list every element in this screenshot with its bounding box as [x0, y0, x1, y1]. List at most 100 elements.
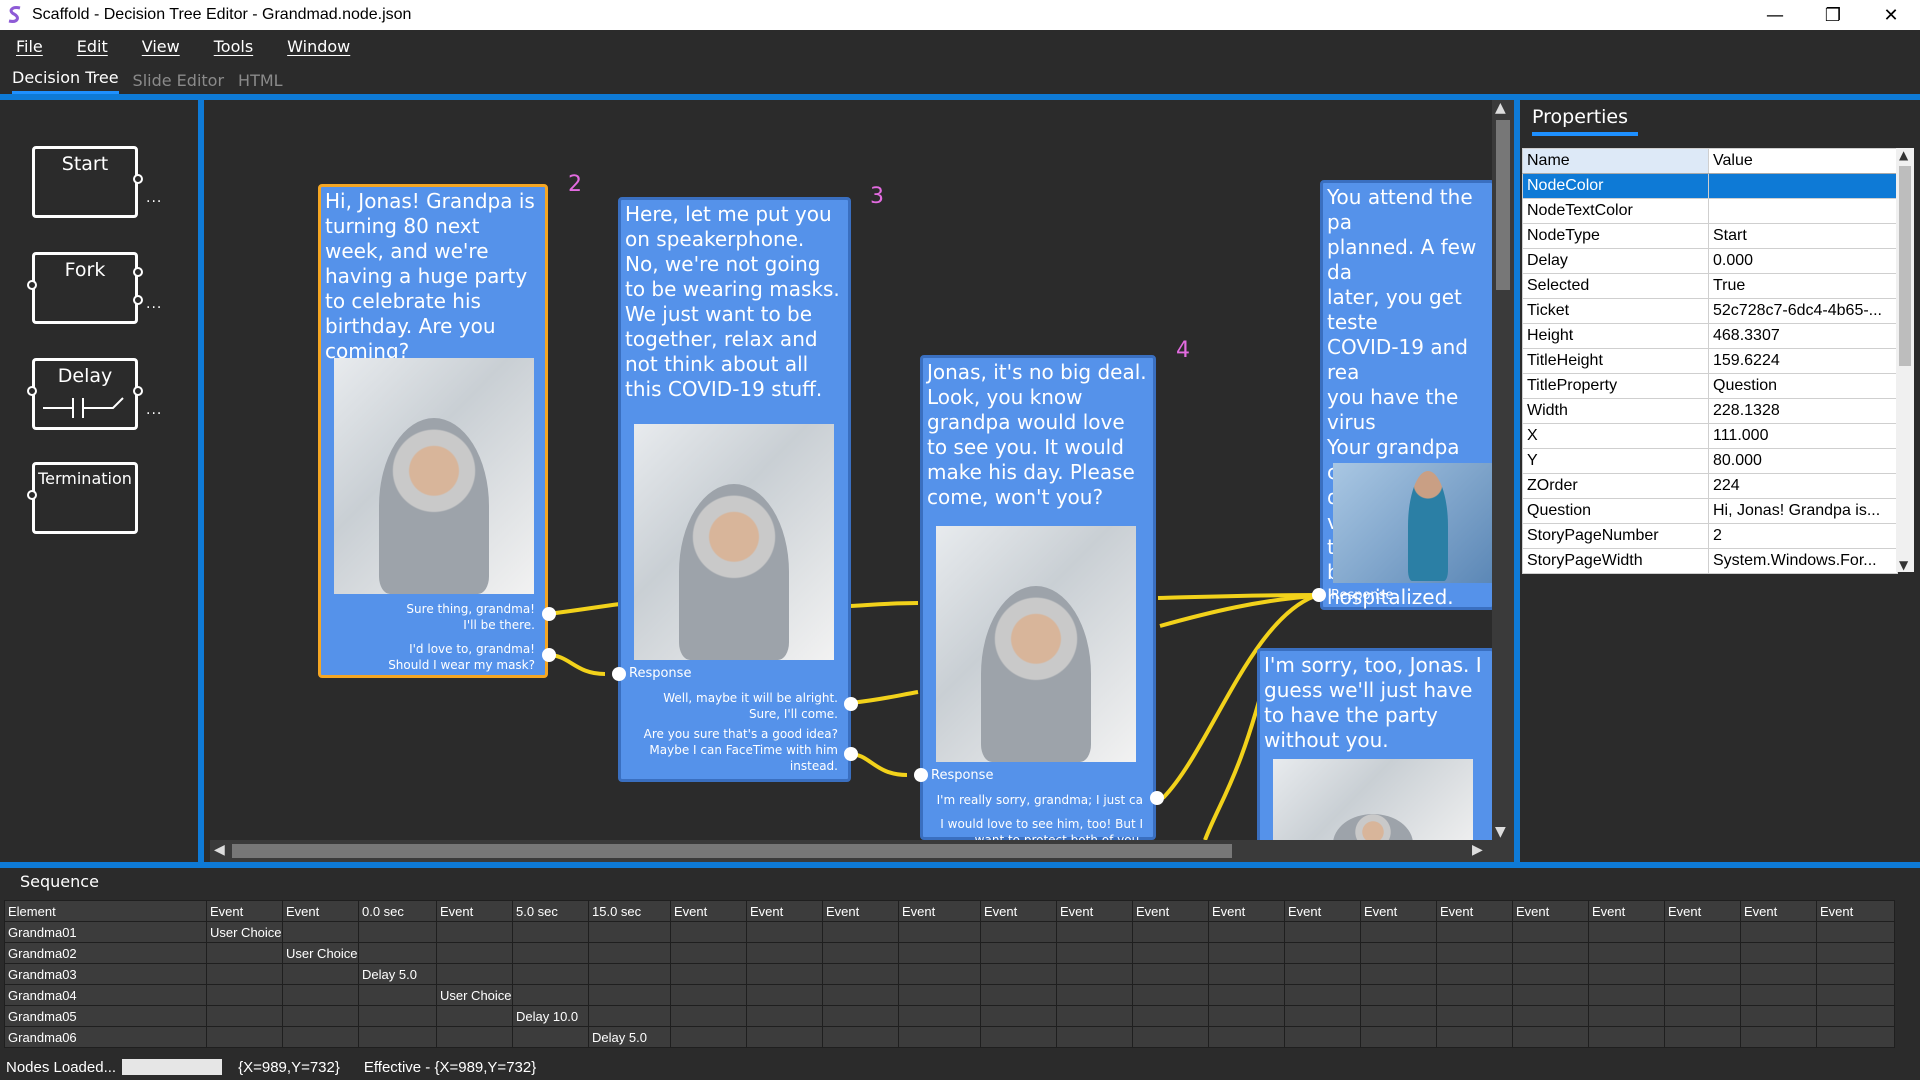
menu-view[interactable]: View	[136, 35, 186, 58]
sequence-cell[interactable]	[206, 1026, 283, 1048]
property-value[interactable]: 111.000	[1708, 423, 1898, 449]
sequence-column-header[interactable]: Event	[1588, 900, 1665, 922]
sequence-cell[interactable]	[512, 1026, 589, 1048]
sequence-cell[interactable]	[436, 963, 513, 985]
property-value[interactable]: 228.1328	[1708, 398, 1898, 424]
sequence-cell[interactable]	[670, 942, 747, 964]
sequence-cell[interactable]	[822, 963, 899, 985]
sequence-cell[interactable]	[512, 984, 589, 1006]
sequence-cell[interactable]	[436, 1026, 513, 1048]
palette-delay-node[interactable]: Delay	[27, 358, 143, 430]
sequence-cell[interactable]	[1512, 1026, 1589, 1048]
sequence-cell[interactable]	[980, 963, 1057, 985]
sequence-cell[interactable]	[980, 1026, 1057, 1048]
sequence-cell[interactable]	[1740, 1005, 1817, 1027]
sequence-cell[interactable]	[1436, 921, 1513, 943]
sequence-cell[interactable]	[588, 963, 671, 985]
sequence-row[interactable]: Grandma01 User Choice	[4, 921, 1895, 943]
sequence-cell[interactable]: Delay 10.0	[512, 1005, 589, 1027]
menu-edit[interactable]: Edit	[71, 35, 114, 58]
sequence-cell[interactable]	[822, 1026, 899, 1048]
sequence-cell[interactable]	[1056, 1005, 1133, 1027]
column-header-name[interactable]: Name	[1522, 148, 1709, 174]
property-row[interactable]: TitleHeight 159.6224	[1522, 348, 1898, 374]
sequence-column-header[interactable]: Event	[1132, 900, 1209, 922]
sequence-cell[interactable]	[282, 921, 359, 943]
input-pin-icon[interactable]	[914, 768, 928, 782]
scroll-down-icon[interactable]: ▼	[1899, 558, 1908, 572]
sequence-cell[interactable]	[822, 942, 899, 964]
sequence-cell[interactable]	[206, 963, 283, 985]
property-value[interactable]	[1708, 173, 1898, 199]
property-value[interactable]: Question	[1708, 373, 1898, 399]
sequence-column-header[interactable]: Event	[1360, 900, 1437, 922]
horizontal-scroll-thumb[interactable]	[232, 844, 1232, 858]
sequence-cell[interactable]	[1132, 984, 1209, 1006]
sequence-cell[interactable]	[1132, 942, 1209, 964]
sequence-cell[interactable]	[1208, 963, 1285, 985]
sequence-cell[interactable]	[1360, 1005, 1437, 1027]
sequence-cell[interactable]	[588, 984, 671, 1006]
palette-termination-node[interactable]: Termination	[27, 462, 138, 534]
property-value[interactable]: Hi, Jonas! Grandpa is...	[1708, 498, 1898, 524]
sequence-cell[interactable]	[1284, 1026, 1361, 1048]
decision-tree-canvas[interactable]: Hi, Jonas! Grandpa is turning 80 next we…	[210, 100, 1492, 840]
sequence-cell[interactable]	[822, 984, 899, 1006]
sequence-column-header[interactable]: 5.0 sec	[512, 900, 589, 922]
sequence-cell[interactable]	[436, 942, 513, 964]
sequence-cell[interactable]	[746, 921, 823, 943]
property-row[interactable]: NodeTextColor	[1522, 198, 1898, 224]
sequence-cell[interactable]	[1588, 1026, 1665, 1048]
sequence-cell[interactable]	[898, 963, 981, 985]
sequence-cell[interactable]	[1588, 921, 1665, 943]
sequence-cell[interactable]	[358, 1005, 437, 1027]
sequence-cell[interactable]	[1284, 921, 1361, 943]
minimize-button[interactable]: —	[1746, 0, 1804, 30]
sequence-cell[interactable]	[588, 942, 671, 964]
sequence-column-header[interactable]: Event	[1740, 900, 1817, 922]
sequence-cell[interactable]	[1284, 942, 1361, 964]
sequence-cell[interactable]	[1664, 942, 1741, 964]
properties-scroll-thumb[interactable]	[1899, 166, 1911, 366]
property-row[interactable]: NodeColor	[1522, 173, 1898, 199]
sequence-row[interactable]: Grandma05 Delay 10.0	[4, 1005, 1895, 1027]
sequence-element-name[interactable]: Grandma03	[4, 963, 207, 985]
sequence-cell[interactable]	[282, 984, 359, 1006]
sequence-cell[interactable]	[282, 963, 359, 985]
sequence-column-header[interactable]: Event	[1816, 900, 1895, 922]
canvas-horizontal-scrollbar[interactable]: ◀ ▶	[210, 840, 1514, 862]
sequence-cell[interactable]	[1360, 921, 1437, 943]
restore-button[interactable]: ❐	[1804, 0, 1862, 30]
sequence-cell[interactable]	[358, 1026, 437, 1048]
sequence-cell[interactable]	[1588, 1005, 1665, 1027]
output-pin-icon[interactable]	[1150, 791, 1164, 805]
vertical-scroll-thumb[interactable]	[1496, 120, 1510, 290]
tab-decision-tree[interactable]: Decision Tree	[12, 68, 119, 94]
sequence-cell[interactable]	[746, 984, 823, 1006]
sequence-cell[interactable]	[1208, 1005, 1285, 1027]
sequence-cell[interactable]	[1208, 1026, 1285, 1048]
sequence-cell[interactable]	[1284, 963, 1361, 985]
scroll-up-icon[interactable]: ▲	[1495, 100, 1506, 116]
property-value[interactable]: 52c728c7-6dc4-4b65-...	[1708, 298, 1898, 324]
sequence-cell[interactable]	[980, 984, 1057, 1006]
sequence-cell[interactable]	[1816, 1005, 1895, 1027]
sequence-row[interactable]: Grandma06 Delay 5.0	[4, 1026, 1895, 1048]
sequence-cell[interactable]	[1664, 1026, 1741, 1048]
sequence-cell[interactable]	[512, 942, 589, 964]
sequence-column-header[interactable]: Event	[1284, 900, 1361, 922]
sequence-column-header[interactable]: Event	[746, 900, 823, 922]
sequence-cell[interactable]	[1740, 942, 1817, 964]
property-value[interactable]	[1708, 198, 1898, 224]
sequence-cell[interactable]	[822, 921, 899, 943]
sequence-cell[interactable]	[1284, 984, 1361, 1006]
property-row[interactable]: Y 80.000	[1522, 448, 1898, 474]
sequence-cell[interactable]	[822, 1005, 899, 1027]
menu-tools[interactable]: Tools	[208, 35, 259, 58]
output-pin-icon[interactable]	[844, 747, 858, 761]
sequence-cell[interactable]	[358, 984, 437, 1006]
sequence-cell[interactable]	[588, 1005, 671, 1027]
sequence-cell[interactable]	[1360, 942, 1437, 964]
sequence-cell[interactable]	[1360, 963, 1437, 985]
sequence-cell[interactable]	[1132, 963, 1209, 985]
